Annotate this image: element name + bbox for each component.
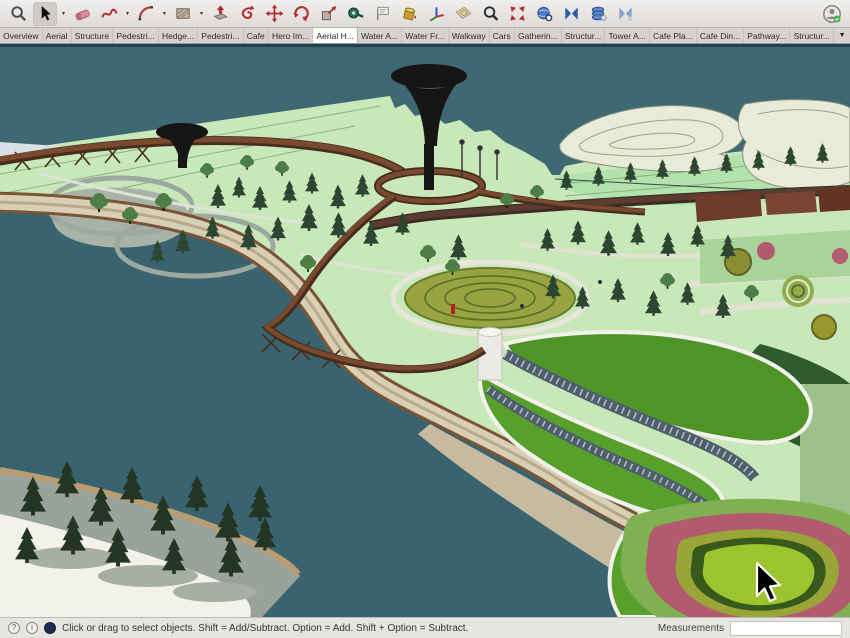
select-tool-caret[interactable]: ▾: [60, 2, 67, 26]
park-model-render: [0, 44, 850, 617]
tab-structure[interactable]: Structure: [72, 28, 114, 43]
tab-walkway[interactable]: Walkway: [449, 28, 490, 43]
arc-tool-caret[interactable]: ▾: [161, 2, 168, 26]
tab-tower-a[interactable]: Tower A...: [605, 28, 650, 43]
tab-cafe-plaza[interactable]: Cafe Pla...: [650, 28, 697, 43]
push-pull-tool[interactable]: [208, 2, 232, 26]
measurements-label: Measurements: [657, 622, 724, 634]
rotate-tool[interactable]: [289, 2, 313, 26]
zoom-extents-tool[interactable]: [505, 2, 529, 26]
tab-overview[interactable]: Overview: [0, 28, 43, 43]
tab-aerial-h-active[interactable]: Aerial H...: [313, 28, 358, 43]
tab-cars[interactable]: Cars: [490, 28, 515, 43]
status-bar: ? i Click or drag to select objects. Shi…: [0, 617, 850, 638]
model-viewport[interactable]: [0, 44, 850, 617]
layers-stack-tool[interactable]: [586, 2, 610, 26]
section-plane-tool[interactable]: [451, 2, 475, 26]
rectangle-tool[interactable]: [171, 2, 195, 26]
freehand-tool[interactable]: [97, 2, 121, 26]
tape-measure-tool[interactable]: [343, 2, 367, 26]
measurements-input[interactable]: [730, 620, 842, 636]
tab-structure-3[interactable]: Structur...: [790, 28, 835, 43]
tab-hedge[interactable]: Hedge...: [159, 28, 199, 43]
geolocation-icon[interactable]: [44, 622, 56, 634]
select-tool[interactable]: [33, 1, 57, 26]
eraser-tool[interactable]: [70, 2, 94, 26]
tab-pedestrian-2[interactable]: Pedestri...: [198, 28, 244, 43]
tab-structure-2[interactable]: Structur...: [562, 28, 606, 43]
tab-gathering[interactable]: Gatherin...: [515, 28, 562, 43]
next-view-tool[interactable]: [613, 2, 637, 26]
scale-tool[interactable]: [316, 2, 340, 26]
tab-pathway[interactable]: Pathway...: [744, 28, 791, 43]
user-account-icon[interactable]: [822, 4, 842, 24]
terraced-mound: [620, 498, 850, 617]
dimension-text-tool[interactable]: [370, 2, 394, 26]
tab-cafe-dining[interactable]: Cafe Din...: [697, 28, 745, 43]
add-location-tool[interactable]: [532, 2, 556, 26]
component-axes-tool[interactable]: [424, 2, 448, 26]
info-icon[interactable]: i: [26, 622, 38, 634]
scene-tabs: Overview Aerial Structure Pedestri... He…: [0, 28, 850, 44]
move-tool[interactable]: [262, 2, 286, 26]
maze-garden: [390, 259, 590, 337]
status-message: Click or drag to select objects. Shift =…: [62, 622, 469, 634]
tab-pedestrian-1[interactable]: Pedestri...: [113, 28, 159, 43]
arc-tool[interactable]: [134, 2, 158, 26]
paint-bucket-tool[interactable]: [397, 2, 421, 26]
zoom-tool[interactable]: [478, 2, 502, 26]
tab-cafe[interactable]: Cafe: [244, 28, 269, 43]
tab-water-a[interactable]: Water A...: [358, 28, 403, 43]
tab-hero-image[interactable]: Hero Im...: [269, 28, 314, 43]
toolbar: ▾ ▾ ▾ ▾: [0, 0, 850, 28]
search-tool[interactable]: [6, 2, 30, 26]
tab-overflow-caret[interactable]: ▼: [834, 28, 850, 43]
tab-water-fr[interactable]: Water Fr...: [402, 28, 449, 43]
freehand-tool-caret[interactable]: ▾: [124, 2, 131, 26]
rectangle-tool-caret[interactable]: ▾: [198, 2, 205, 26]
previous-view-tool[interactable]: [559, 2, 583, 26]
tab-aerial[interactable]: Aerial: [43, 28, 72, 43]
help-icon[interactable]: ?: [8, 622, 20, 634]
viewport-top-edge: [0, 44, 850, 47]
follow-me-tool[interactable]: [235, 2, 259, 26]
